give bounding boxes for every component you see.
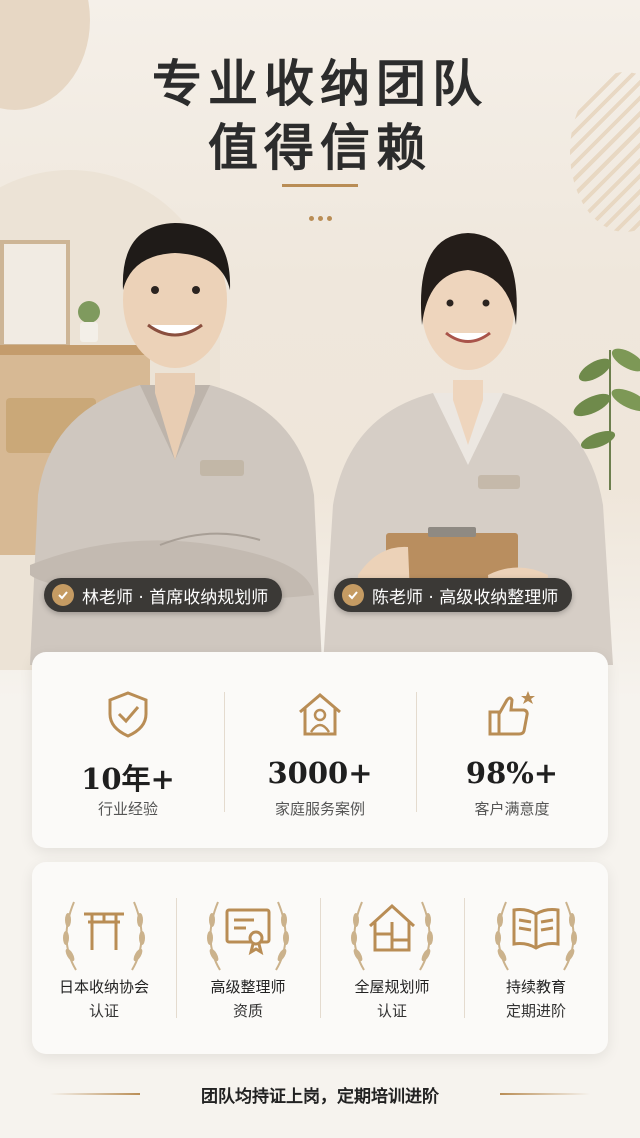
stat-value: 10年+ [81, 762, 175, 796]
check-icon [52, 584, 74, 606]
laurel-wreath-icon [207, 901, 289, 971]
footer-tagline: 团队均持证上岗，定期培训进阶 [0, 1082, 640, 1107]
cert-japan-association: 日本收纳协会 认证 [32, 862, 176, 1054]
footer-rule-right [500, 1093, 590, 1095]
cert-title: 持续教育 [505, 978, 566, 996]
thumbs-up-star-icon [488, 691, 535, 736]
stat-cases: 3000+ 家庭服务案例 [224, 652, 416, 848]
stat-label: 客户满意度 [474, 800, 550, 818]
cert-whole-house-planner: 全屋规划师 认证 [320, 862, 464, 1054]
house-plan-icon [368, 903, 416, 952]
stat-label: 行业经验 [97, 800, 158, 818]
cert-subtitle: 认证 [88, 1002, 119, 1020]
torii-gate-icon [84, 912, 124, 950]
cert-title: 全屋规划师 [354, 978, 430, 996]
stat-label: 家庭服务案例 [274, 800, 365, 818]
certifications-card: 日本收纳协会 认证 高级整理师 资质 全屋规划师 认证 持续教育 定期进阶 [32, 862, 608, 1054]
stat-experience: 10年+ 行业经验 [32, 652, 224, 848]
certificate-icon [225, 908, 271, 956]
cert-subtitle: 定期进阶 [505, 1002, 566, 1020]
page-title-line2: 值得信赖 [208, 118, 432, 177]
check-icon [342, 584, 364, 606]
cert-senior-organizer: 高级整理师 资质 [176, 862, 320, 1054]
team-member-lin-badge: 林老师 · 首席收纳规划师 [44, 578, 283, 612]
title-underline [282, 184, 358, 187]
house-person-icon [299, 693, 341, 736]
stat-value: 98%+ [465, 756, 559, 790]
team-member-chen-title: 陈老师 · 高级收纳整理师 [372, 587, 559, 608]
cert-subtitle: 认证 [376, 1002, 407, 1020]
cert-subtitle: 资质 [232, 1002, 263, 1020]
cert-title: 日本收纳协会 [58, 978, 149, 996]
stats-card: 10年+ 行业经验 3000+ 家庭服务案例 98%+ 客户满意度 [32, 652, 608, 848]
laurel-wreath-icon [495, 901, 577, 971]
open-book-icon [512, 908, 560, 950]
cert-continuing-education: 持续教育 定期进阶 [464, 862, 608, 1054]
page-title-line1: 专业收纳团队 [152, 54, 488, 113]
laurel-wreath-icon [63, 901, 145, 971]
team-member-chen-badge: 陈老师 · 高级收纳整理师 [334, 578, 573, 612]
team-member-lin-title: 林老师 · 首席收纳规划师 [82, 587, 269, 608]
shield-check-icon [108, 691, 148, 738]
laurel-wreath-icon [351, 901, 433, 971]
stat-satisfaction: 98%+ 客户满意度 [416, 652, 608, 848]
stat-value: 3000+ [267, 756, 373, 790]
cert-title: 高级整理师 [210, 978, 286, 996]
hero-section: 专业收纳团队 值得信赖 林老师 · 首席收纳规划师 陈老师 · 高级收纳整理师 [0, 0, 640, 700]
